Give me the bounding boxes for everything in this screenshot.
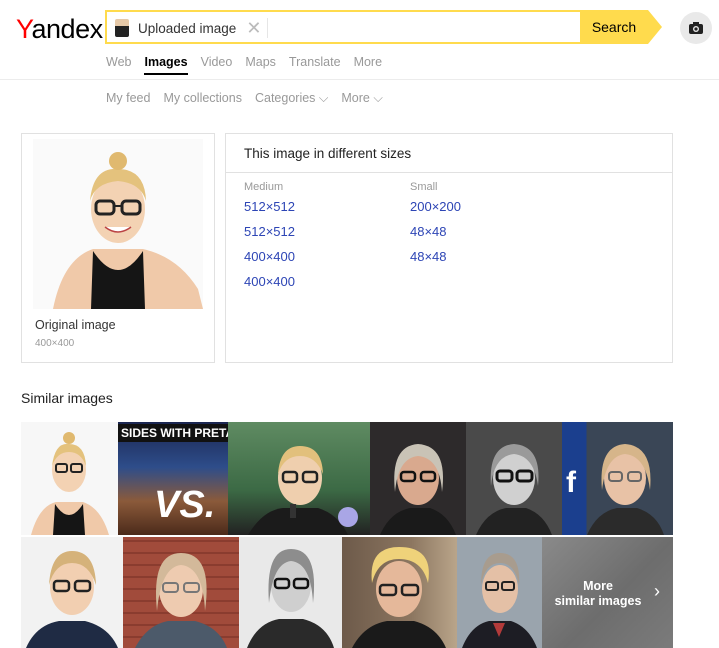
similar-image-1[interactable] — [21, 422, 118, 535]
tab-web[interactable]: Web — [106, 55, 131, 75]
similar-image-3[interactable] — [228, 422, 370, 535]
size-link-small-1[interactable]: 200×200 — [410, 199, 461, 214]
more-similar-images-label: More similar images — [542, 579, 654, 609]
similar-image-8[interactable] — [123, 537, 239, 648]
size-link-medium-1[interactable]: 512×512 — [244, 199, 295, 214]
size-link-medium-4[interactable]: 400×400 — [244, 274, 295, 289]
uploaded-image-thumbnail — [115, 19, 129, 37]
search-button-arrow — [648, 10, 662, 44]
logo-letter-y: Y — [16, 14, 32, 44]
images-subnav: My feed My collections Categories ⌵ More… — [106, 91, 383, 106]
header-divider — [0, 79, 719, 80]
similar-image-2[interactable]: SIDES WITH PRETA VS. — [118, 422, 228, 535]
tab-video[interactable]: Video — [201, 55, 233, 75]
similar-image-11[interactable] — [457, 537, 542, 648]
more-similar-images-button[interactable]: More similar images › — [542, 537, 673, 648]
size-link-medium-2[interactable]: 512×512 — [244, 224, 295, 239]
more-label-line2: similar images — [554, 594, 642, 608]
search-tabs: Web Images Video Maps Translate More — [106, 55, 382, 75]
search-box[interactable]: Uploaded image ✕ — [105, 10, 580, 44]
size-link-small-3[interactable]: 48×48 — [410, 249, 461, 264]
similar-image-10[interactable] — [342, 537, 457, 648]
close-icon[interactable]: ✕ — [246, 19, 261, 37]
similar-image-6[interactable]: f — [562, 422, 673, 535]
subnav-more[interactable]: More ⌵ — [341, 91, 382, 106]
svg-text:f: f — [566, 466, 577, 499]
search-button[interactable]: Search — [580, 10, 648, 44]
subnav-my-collections[interactable]: My collections — [163, 91, 242, 106]
size-link-small-2[interactable]: 48×48 — [410, 224, 461, 239]
small-label: Small — [410, 181, 438, 193]
similar-image-4[interactable] — [370, 422, 466, 535]
original-image-panel: Original image 400×400 — [21, 133, 215, 363]
image-sizes-panel: This image in different sizes Medium 512… — [225, 133, 673, 363]
tab-more[interactable]: More — [354, 55, 382, 75]
similar-image-7[interactable] — [21, 537, 123, 648]
tab-maps[interactable]: Maps — [245, 55, 276, 75]
tab-translate[interactable]: Translate — [289, 55, 341, 75]
medium-sizes-column: Medium 512×512 512×512 400×400 400×400 — [244, 181, 295, 299]
camera-icon[interactable] — [680, 12, 712, 44]
original-image[interactable] — [33, 139, 203, 309]
original-image-label: Original image — [35, 318, 116, 332]
medium-label: Medium — [244, 181, 284, 193]
sizes-divider — [226, 172, 672, 173]
uploaded-image-label: Uploaded image — [138, 20, 237, 36]
yandex-logo[interactable]: Yandex — [16, 14, 103, 45]
similar-image-5[interactable] — [466, 422, 562, 535]
more-label-line1: More — [583, 579, 613, 593]
subnav-my-feed[interactable]: My feed — [106, 91, 150, 106]
small-sizes-column: Small 200×200 48×48 48×48 — [410, 181, 461, 274]
size-link-medium-3[interactable]: 400×400 — [244, 249, 295, 264]
similar-image-9[interactable] — [239, 537, 342, 648]
banner-headline: SIDES WITH PRETA — [118, 424, 228, 442]
uploaded-image-chip[interactable]: Uploaded image ✕ — [115, 17, 261, 39]
logo-letters: andex — [31, 14, 104, 44]
chevron-right-icon: › — [654, 581, 660, 601]
tab-images[interactable]: Images — [144, 55, 188, 75]
similar-images-title: Similar images — [21, 390, 113, 406]
sizes-title: This image in different sizes — [244, 146, 412, 161]
original-image-size: 400×400 — [35, 338, 75, 349]
subnav-categories[interactable]: Categories ⌵ — [255, 91, 328, 106]
banner-vs-text: VS. — [154, 484, 216, 526]
search-divider — [267, 18, 268, 38]
